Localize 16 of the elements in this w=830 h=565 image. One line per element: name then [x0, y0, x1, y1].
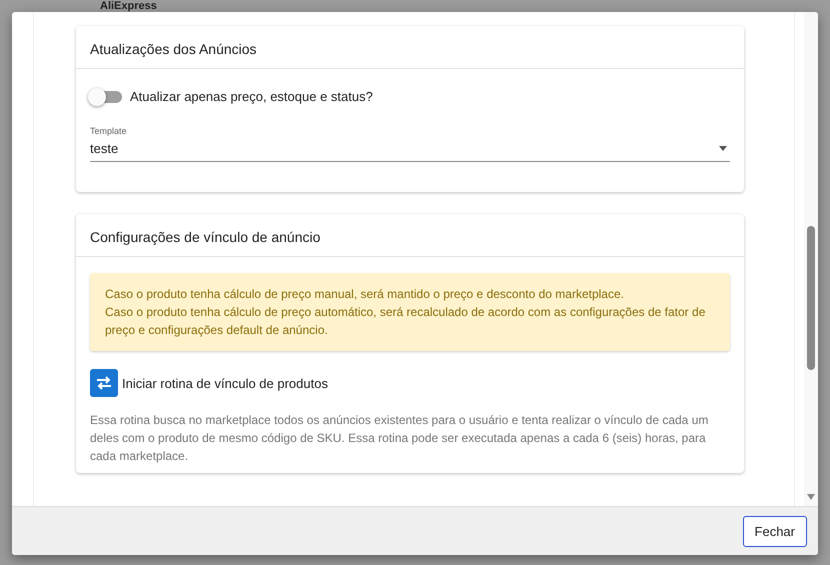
- caret-icon: [719, 146, 727, 151]
- scrollbar[interactable]: [804, 12, 818, 506]
- page-heading: AliExpress: [100, 0, 157, 12]
- scrollbar-thumb[interactable]: [807, 226, 815, 370]
- card-title: Configurações de vínculo de anúncio: [76, 214, 744, 257]
- swap-arrows-icon: [95, 376, 113, 390]
- close-button[interactable]: Fechar: [742, 516, 807, 546]
- template-select[interactable]: Template teste: [90, 126, 730, 162]
- swap-arrows-button[interactable]: [90, 369, 118, 397]
- card-title: Atualizações dos Anúncios: [76, 26, 744, 69]
- scroll-down-icon[interactable]: [807, 494, 815, 500]
- toggle-switch[interactable]: [90, 90, 122, 102]
- action-link[interactable]: Iniciar rotina de vínculo de produtos: [122, 376, 328, 390]
- warning-alert: Caso o produto tenha cálculo de preço manual, será mantido o preço e desconto do marketplace. Caso o produto tenha cálculo de preço automático, será recalculado de acordo com as configurações de fator de preço e configurações default de anúncio.: [90, 273, 730, 351]
- description-text: Essa rotina busca no marketplace todos os anúncios existentes para o usuário e tenta realizar o vínculo de cada um deles com o produto de mesmo código de SKU. Essa rotina pode ser executada apenas a cada 6 (seis) horas, para cada marketplace.: [90, 412, 710, 465]
- toggle-label: Atualizar apenas preço, estoque e status?: [130, 89, 373, 104]
